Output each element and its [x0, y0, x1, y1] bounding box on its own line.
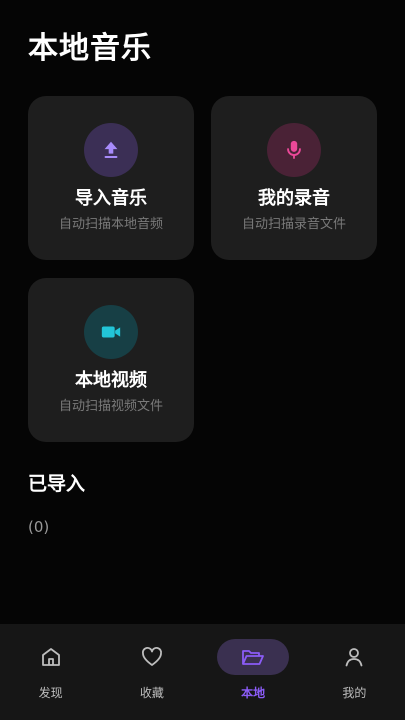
card-subtitle: 自动扫描录音文件	[241, 217, 346, 232]
nav-label: 收藏	[139, 686, 164, 700]
microphone-icon	[287, 140, 301, 159]
card-title: 我的录音	[258, 188, 330, 209]
local-videos-card[interactable]: 本地视频 自动扫描视频文件	[28, 278, 194, 442]
imported-count: (0)	[28, 518, 50, 536]
nav-icon-wrap	[116, 639, 188, 675]
imported-section-title: 已导入	[28, 473, 86, 495]
nav-icon-wrap	[15, 639, 87, 675]
card-subtitle: 自动扫描视频文件	[58, 399, 163, 414]
my-recordings-card[interactable]: 我的录音 自动扫描录音文件	[211, 96, 377, 260]
card-subtitle: 自动扫描本地音频	[58, 217, 163, 232]
nav-item-favorites[interactable]: 收藏	[101, 624, 202, 720]
nav-icon-wrap	[217, 639, 290, 675]
import-music-card[interactable]: 导入音乐 自动扫描本地音频	[28, 96, 194, 260]
home-icon	[41, 648, 60, 666]
user-icon	[345, 648, 363, 667]
nav-label: 发现	[38, 686, 63, 700]
bottom-nav: 发现 收藏 本地 我的	[0, 624, 405, 720]
nav-item-local[interactable]: 本地	[203, 624, 304, 720]
video-icon-circle	[84, 305, 138, 359]
nav-item-mine[interactable]: 我的	[304, 624, 405, 720]
screen: 本地音乐 导入音乐 自动扫描本地音频 我的录音 自动扫描录音文件 本地视频 自动…	[0, 0, 405, 720]
nav-item-discover[interactable]: 发现	[0, 624, 101, 720]
nav-label: 我的	[342, 686, 367, 700]
import-icon-circle	[84, 123, 138, 177]
folder-open-icon	[242, 650, 265, 665]
recording-icon-circle	[267, 123, 321, 177]
card-title: 导入音乐	[75, 188, 147, 209]
nav-label: 本地	[241, 686, 266, 700]
heart-icon	[141, 647, 162, 666]
video-camera-icon	[101, 326, 121, 338]
card-title: 本地视频	[75, 370, 147, 391]
upload-icon	[104, 141, 118, 158]
nav-icon-wrap	[318, 639, 390, 675]
page-title: 本地音乐	[28, 31, 152, 66]
